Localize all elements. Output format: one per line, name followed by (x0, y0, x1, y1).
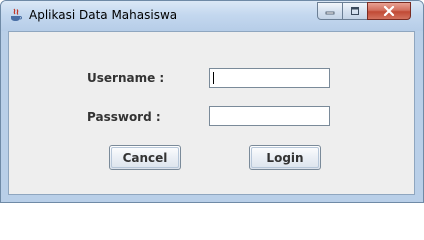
maximize-button[interactable] (342, 2, 368, 20)
close-icon (383, 6, 395, 16)
java-app-icon (11, 8, 22, 21)
cancel-button[interactable]: Cancel (109, 145, 181, 170)
login-button-label: Login (266, 150, 304, 165)
cancel-button-label: Cancel (122, 150, 168, 165)
minimize-icon (325, 11, 335, 15)
text-caret (213, 72, 214, 84)
title-bar[interactable]: Aplikasi Data Mahasiswa (1, 1, 423, 31)
password-field[interactable] (209, 106, 330, 126)
close-button[interactable] (367, 2, 411, 20)
username-field[interactable] (209, 68, 330, 88)
form-panel: Username : Password : Cancel Login (8, 31, 415, 195)
login-window: Aplikasi Data Mahasiswa Username : Passw… (0, 0, 424, 203)
password-label: Password : (87, 110, 161, 124)
username-label: Username : (87, 71, 165, 85)
window-title: Aplikasi Data Mahasiswa (29, 8, 178, 22)
minimize-button[interactable] (317, 2, 343, 20)
login-button[interactable]: Login (249, 145, 321, 170)
maximize-icon (351, 7, 359, 15)
